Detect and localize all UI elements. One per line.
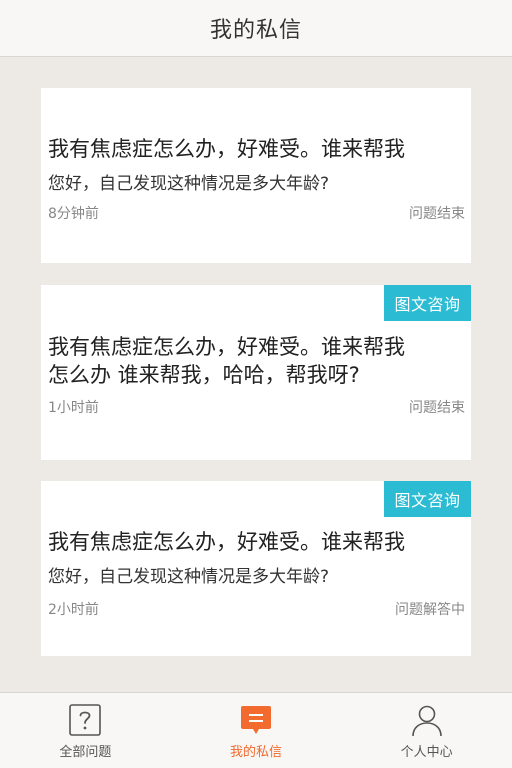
card-title: 我有焦虑症怎么办，好难受。谁来帮我 — [48, 137, 405, 161]
tab-label: 我的私信 — [230, 745, 283, 760]
card-time: 8分钟前 — [48, 206, 99, 222]
message-card[interactable]: 图文咨询 我有焦虑症怎么办，好难受。谁来帮我 您好，自己发现这种情况是多大年龄?… — [41, 481, 471, 656]
card-status: 问题解答中 — [395, 602, 465, 618]
card-subtitle: 您好，自己发现这种情况是多大年龄? — [48, 567, 330, 587]
message-icon — [241, 706, 271, 734]
message-card[interactable]: 图文咨询 我有焦虑症怎么办，好难受。谁来帮我 怎么办 谁来帮我，哈哈，帮我呀? … — [41, 285, 471, 460]
card-subtitle: 怎么办 谁来帮我，哈哈，帮我呀? — [48, 363, 360, 387]
question-icon — [69, 704, 102, 736]
consult-type-tag: 图文咨询 — [384, 481, 471, 517]
top-nav-bar: 我的私信 — [0, 0, 512, 57]
tab-personal-center[interactable]: 个人中心 — [341, 693, 512, 768]
card-status: 问题结束 — [409, 400, 465, 416]
tab-label: 全部问题 — [59, 745, 112, 760]
card-title: 我有焦虑症怎么办，好难受。谁来帮我 — [48, 530, 405, 554]
tab-all-questions[interactable]: 全部问题 — [0, 693, 171, 768]
card-time: 2小时前 — [48, 602, 99, 618]
tab-label: 个人中心 — [400, 745, 453, 760]
message-card[interactable]: 我有焦虑症怎么办，好难受。谁来帮我 您好，自己发现这种情况是多大年龄? 8分钟前… — [41, 88, 471, 263]
person-icon — [411, 705, 442, 737]
card-time: 1小时前 — [48, 400, 99, 416]
app-screen: 我的私信 我有焦虑症怎么办，好难受。谁来帮我 您好，自己发现这种情况是多大年龄?… — [0, 0, 512, 768]
tab-my-messages[interactable]: 我的私信 — [171, 693, 342, 768]
card-title: 我有焦虑症怎么办，好难受。谁来帮我 — [48, 335, 405, 359]
card-status: 问题结束 — [409, 206, 465, 222]
page-title: 我的私信 — [209, 18, 302, 43]
bottom-tab-bar: 全部问题 我的私信 个人中心 — [0, 692, 512, 768]
card-subtitle: 您好，自己发现这种情况是多大年龄? — [48, 174, 330, 194]
consult-type-tag: 图文咨询 — [384, 285, 471, 321]
